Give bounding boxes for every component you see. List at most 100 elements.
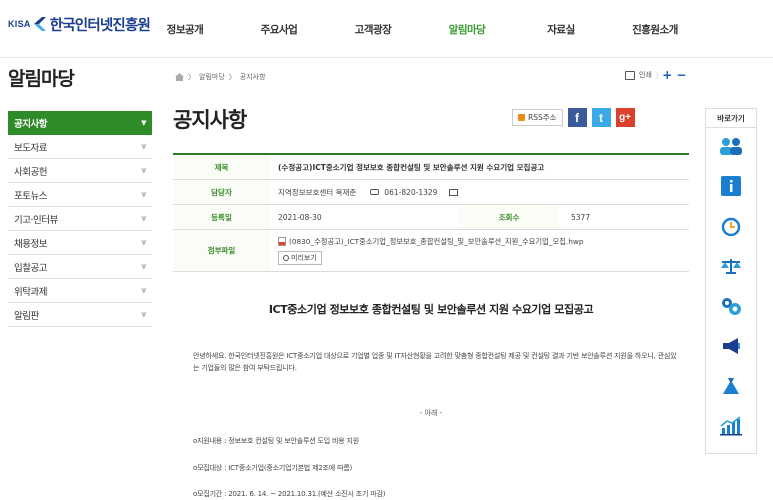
chevron-down-icon: ▼ [141,214,146,223]
chart-icon [720,416,742,440]
search-icon [283,254,289,261]
global-nav: 정보공개 주요사업 고객광장 알림마당 자료실 진흥원소개 [150,22,750,37]
content-bullet: o모집기간 : 2021. 6. 14. ~ 2021.10.31.(예산 소진… [193,490,386,498]
manager-label: 담당자 [173,180,270,204]
sidebar-item-social[interactable]: 사회공헌 ▼ [8,159,152,183]
hwp-file-icon [278,237,286,246]
site-header: KISA 한국인터넷진흥원 정보공개 주요사업 고객광장 알림마당 자료실 진흥… [0,0,773,58]
site-logo[interactable]: KISA 한국인터넷진흥원 [8,13,151,35]
facebook-share-button[interactable]: f [567,108,587,127]
quick-menu-title: 바로가기 [706,109,756,128]
quick-menu: 바로가기 [705,108,757,454]
sidebar-item-photo[interactable]: 포토뉴스 ▼ [8,183,152,207]
breadcrumb-separator: 〉 [228,73,236,81]
chevron-down-icon: ▼ [141,190,146,199]
manager-cell: 지역정보보호센터 복재춘 061-820-1329 [270,180,689,204]
chevron-down-icon: ▼ [141,142,146,151]
share-bar: RSS주소 f t g+ [512,108,635,127]
phone-value: 061-820-1329 [384,187,438,197]
chevron-down-icon: ▼ [141,238,146,247]
preview-label: 미리보기 [291,253,317,262]
chevron-down-icon: ▼ [141,310,146,319]
sidebar-item-board[interactable]: 알림판 ▼ [8,303,152,327]
content-bullet: o지원내용 : 정보보호 컨설팅 및 보안솔루션 도입 비용 지원 [193,437,359,445]
page-title: 공지사항 [173,108,247,132]
logo-kisa-text: KISA [8,19,31,29]
quick-link-settings[interactable] [706,288,756,328]
page-tools: 인쇄 | + − [625,69,686,81]
attachment-link[interactable]: (0830_수정공고)_ICT중소기업_정보보호_종합컨설팅_및_보안솔루션_지… [278,237,583,247]
scale-icon [720,257,742,279]
gear-icon [720,296,742,320]
content-divider: - 아래 - [419,409,443,417]
breadcrumb: 〉 알림마당 〉 공지사항 [175,72,266,82]
nav-item-customer[interactable]: 고객광장 [338,22,408,37]
info-row-subject: 제목 (수정공고)ICT중소기업 정보보호 종합컨설팅 및 보안솔루션 지원 수… [173,155,689,180]
quick-link-announce[interactable] [706,328,756,368]
chevron-down-icon: ▼ [141,166,146,175]
info-icon [721,176,741,200]
chevron-down-icon: ▼ [141,262,146,271]
nav-item-notice[interactable]: 알림마당 [408,22,526,37]
sidebar-item-interview[interactable]: 기고·인터뷰 ▼ [8,207,152,231]
nav-item-about[interactable]: 진흥원소개 [596,22,714,37]
subject-value: (수정공고)ICT중소기업 정보보호 종합컨설팅 및 보안솔루션 지원 수요기업… [278,162,545,172]
sidebar-item-recruit[interactable]: 채용정보 ▼ [8,231,152,255]
twitter-share-button[interactable]: t [591,108,611,127]
phone-icon [370,189,380,195]
info-row-manager: 담당자 지역정보보호센터 복재춘 061-820-1329 [173,180,689,205]
sidebar-item-bid[interactable]: 입찰공고 ▼ [8,255,152,279]
quick-link-people[interactable] [706,128,756,168]
views-value: 5377 [571,212,591,222]
sidebar-item-label: 위탁과제 [14,286,47,298]
quick-link-statistics[interactable] [706,408,756,448]
content-title: ICT중소기업 정보보호 종합컨설팅 및 보안솔루션 지원 수요기업 모집공고 [268,303,594,316]
sidebar-item-project[interactable]: 위탁과제 ▼ [8,279,152,303]
logo-mark-icon [33,16,47,32]
sidebar-item-press[interactable]: 보도자료 ▼ [8,135,152,159]
content-intro: 안녕하세요. 한국인터넷진흥원은 ICT중소기업 대상으로 기업별 업종 및 I… [193,352,677,372]
megaphone-icon [721,337,741,359]
breadcrumb-separator: 〉 [188,73,195,81]
breadcrumb-item[interactable]: 알림마당 [199,72,225,82]
manager-value: 지역정보보호센터 복재춘 [278,187,357,197]
google-plus-share-button[interactable]: g+ [615,108,635,127]
home-icon[interactable] [175,73,184,81]
zoom-in-button[interactable]: + [662,69,672,81]
sidebar-item-notice[interactable]: 공지사항 ▼ [8,111,152,135]
nav-item-library[interactable]: 자료실 [526,22,596,37]
date-label: 등록일 [173,205,270,229]
sidebar-item-label: 입찰공고 [14,262,47,274]
quick-link-clock[interactable] [706,208,756,248]
sidebar-item-label: 사회공헌 [14,166,47,178]
quick-link-info[interactable] [706,168,756,208]
date-value: 2021-08-30 [278,212,322,222]
zoom-out-button[interactable]: − [676,69,686,81]
nav-item-info[interactable]: 정보공개 [150,22,220,37]
sidebar-item-label: 포토뉴스 [14,190,47,202]
moneybag-icon [721,376,741,400]
breadcrumb-item-current: 공지사항 [239,73,266,81]
nav-item-business[interactable]: 주요사업 [220,22,338,37]
sidebar-item-label: 채용정보 [14,238,47,250]
sidebar-item-label: 보도자료 [14,142,47,154]
sidebar-menu: 공지사항 ▼ 보도자료 ▼ 사회공헌 ▼ 포토뉴스 ▼ 기고·인터뷰 ▼ 채용정보 ▼ 입찰… [8,111,152,327]
attachment-label: 첨부파일 [173,230,270,271]
print-button[interactable]: 인쇄 [639,70,652,80]
content-bullet: o모집대상 : ICT중소기업(중소기업기본법 제2조에 따름) [193,464,353,472]
rss-label: RSS주소 [528,113,557,122]
preview-button[interactable]: 미리보기 [278,250,322,265]
sidebar-title: 알림마당 [8,68,75,90]
rss-button[interactable]: RSS주소 [512,109,563,126]
quick-link-scale[interactable] [706,248,756,288]
quick-link-funding[interactable] [706,368,756,408]
tools-separator: | [655,71,659,79]
chevron-down-icon: ▼ [141,118,146,127]
attachment-filename: (0830_수정공고)_ICT중소기업_정보보호_종합컨설팅_및_보안솔루션_지… [289,236,584,246]
clock-icon [721,216,741,240]
print-icon[interactable] [625,70,635,80]
logo-name-text: 한국인터넷진흥원 [49,17,151,34]
subject-label: 제목 [173,155,270,179]
rss-icon [518,114,525,121]
mail-icon[interactable] [449,188,459,196]
